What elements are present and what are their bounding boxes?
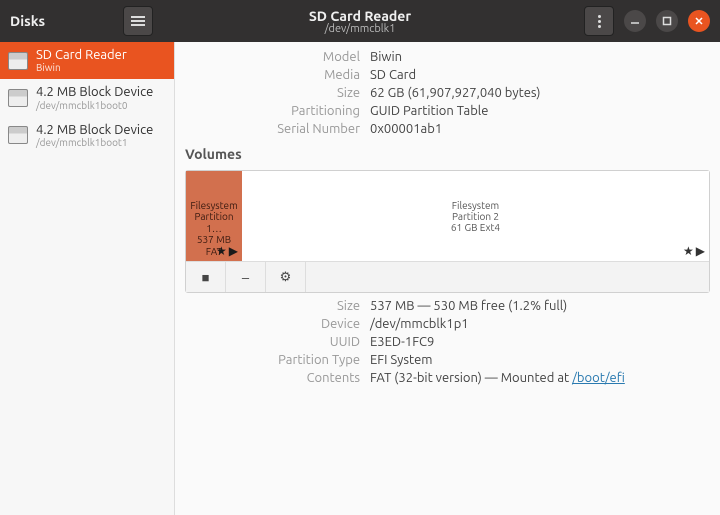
play-icon: ▶ <box>696 244 705 258</box>
label-ptype: Partition Type <box>265 353 360 367</box>
minimize-icon <box>630 16 640 26</box>
title-bar: Disks SD Card Reader /dev/mmcblk1 <box>0 0 720 42</box>
partition-options-button[interactable]: ⚙ <box>266 262 306 292</box>
sidebar-item-title: SD Card Reader <box>36 48 127 62</box>
stop-icon: ■ <box>202 270 210 285</box>
value-pdevice: /dev/mmcblk1p1 <box>370 317 710 331</box>
volume-partition-1[interactable]: Filesystem Partition 1… 537 MB FAT ★ ▶ <box>186 171 242 261</box>
sidebar-item-title: 4.2 MB Block Device <box>36 85 153 99</box>
content-pane: Model Biwin Media SD Card Size 62 GB (61… <box>175 42 720 515</box>
volume-label: Filesystem <box>451 200 500 211</box>
volumes-box: Filesystem Partition 1… 537 MB FAT ★ ▶ F… <box>185 170 710 293</box>
sidebar-item-block-device-1[interactable]: 4.2 MB Block Device /dev/mmcblk1boot1 <box>0 117 174 154</box>
partition-info-grid: Size 537 MB — 530 MB free (1.2% full) De… <box>265 299 710 385</box>
disk-icon <box>8 89 28 107</box>
dot-icon <box>598 20 601 23</box>
mount-point-link[interactable]: /boot/efi <box>572 371 625 385</box>
device-sidebar: SD Card Reader Biwin 4.2 MB Block Device… <box>0 42 175 515</box>
minimize-button[interactable] <box>624 10 646 32</box>
close-icon <box>694 16 704 26</box>
label-media: Media <box>265 68 360 82</box>
label-model: Model <box>265 50 360 64</box>
volume-toolbar: ■ – ⚙ <box>186 261 709 292</box>
volume-label: Partition 1… <box>190 211 237 234</box>
value-uuid: E3ED-1FC9 <box>370 335 710 349</box>
sidebar-item-subtitle: Biwin <box>36 62 127 73</box>
value-contents: FAT (32-bit version) — Mounted at /boot/… <box>370 371 710 385</box>
app-title: Disks <box>10 13 45 29</box>
close-button[interactable] <box>688 10 710 32</box>
label-serial: Serial Number <box>265 122 360 136</box>
label-size: Size <box>265 86 360 100</box>
gear-icon: ⚙ <box>280 269 292 284</box>
app-menu-button[interactable] <box>123 6 153 36</box>
value-psize: 537 MB — 530 MB free (1.2% full) <box>370 299 710 313</box>
sidebar-item-title: 4.2 MB Block Device <box>36 123 153 137</box>
unmount-button[interactable]: ■ <box>186 262 226 292</box>
value-model: Biwin <box>370 50 710 64</box>
dot-icon <box>598 25 601 28</box>
maximize-button[interactable] <box>656 10 678 32</box>
sidebar-item-sd-card-reader[interactable]: SD Card Reader Biwin <box>0 42 174 79</box>
dot-icon <box>598 15 601 18</box>
device-info-grid: Model Biwin Media SD Card Size 62 GB (61… <box>265 50 710 136</box>
star-icon: ★ <box>683 244 694 258</box>
label-contents: Contents <box>265 371 360 385</box>
volume-label: Filesystem <box>190 200 237 212</box>
label-partitioning: Partitioning <box>265 104 360 118</box>
delete-partition-button[interactable]: – <box>226 262 266 292</box>
hamburger-icon <box>131 16 145 26</box>
volume-label: Partition 2 <box>451 211 500 222</box>
contents-text: FAT (32-bit version) — Mounted at <box>370 371 572 385</box>
disk-icon <box>8 126 28 144</box>
drive-menu-button[interactable] <box>584 6 614 36</box>
play-icon: ▶ <box>229 244 238 258</box>
value-partitioning: GUID Partition Table <box>370 104 710 118</box>
volume-label: 61 GB Ext4 <box>451 222 500 233</box>
sidebar-item-subtitle: /dev/mmcblk1boot1 <box>36 137 153 148</box>
volume-partition-2[interactable]: Filesystem Partition 2 61 GB Ext4 ★ ▶ <box>242 171 709 261</box>
label-uuid: UUID <box>265 335 360 349</box>
value-media: SD Card <box>370 68 710 82</box>
disk-icon <box>8 52 28 70</box>
value-ptype: EFI System <box>370 353 710 367</box>
maximize-icon <box>662 16 672 26</box>
label-pdevice: Device <box>265 317 360 331</box>
value-size: 62 GB (61,907,927,040 bytes) <box>370 86 710 100</box>
sidebar-item-subtitle: /dev/mmcblk1boot0 <box>36 100 153 111</box>
minus-icon: – <box>242 270 249 285</box>
star-icon: ★ <box>216 244 227 258</box>
label-psize: Size <box>265 299 360 313</box>
sidebar-item-block-device-0[interactable]: 4.2 MB Block Device /dev/mmcblk1boot0 <box>0 79 174 116</box>
value-serial: 0x00001ab1 <box>370 122 710 136</box>
volumes-heading: Volumes <box>185 146 710 162</box>
